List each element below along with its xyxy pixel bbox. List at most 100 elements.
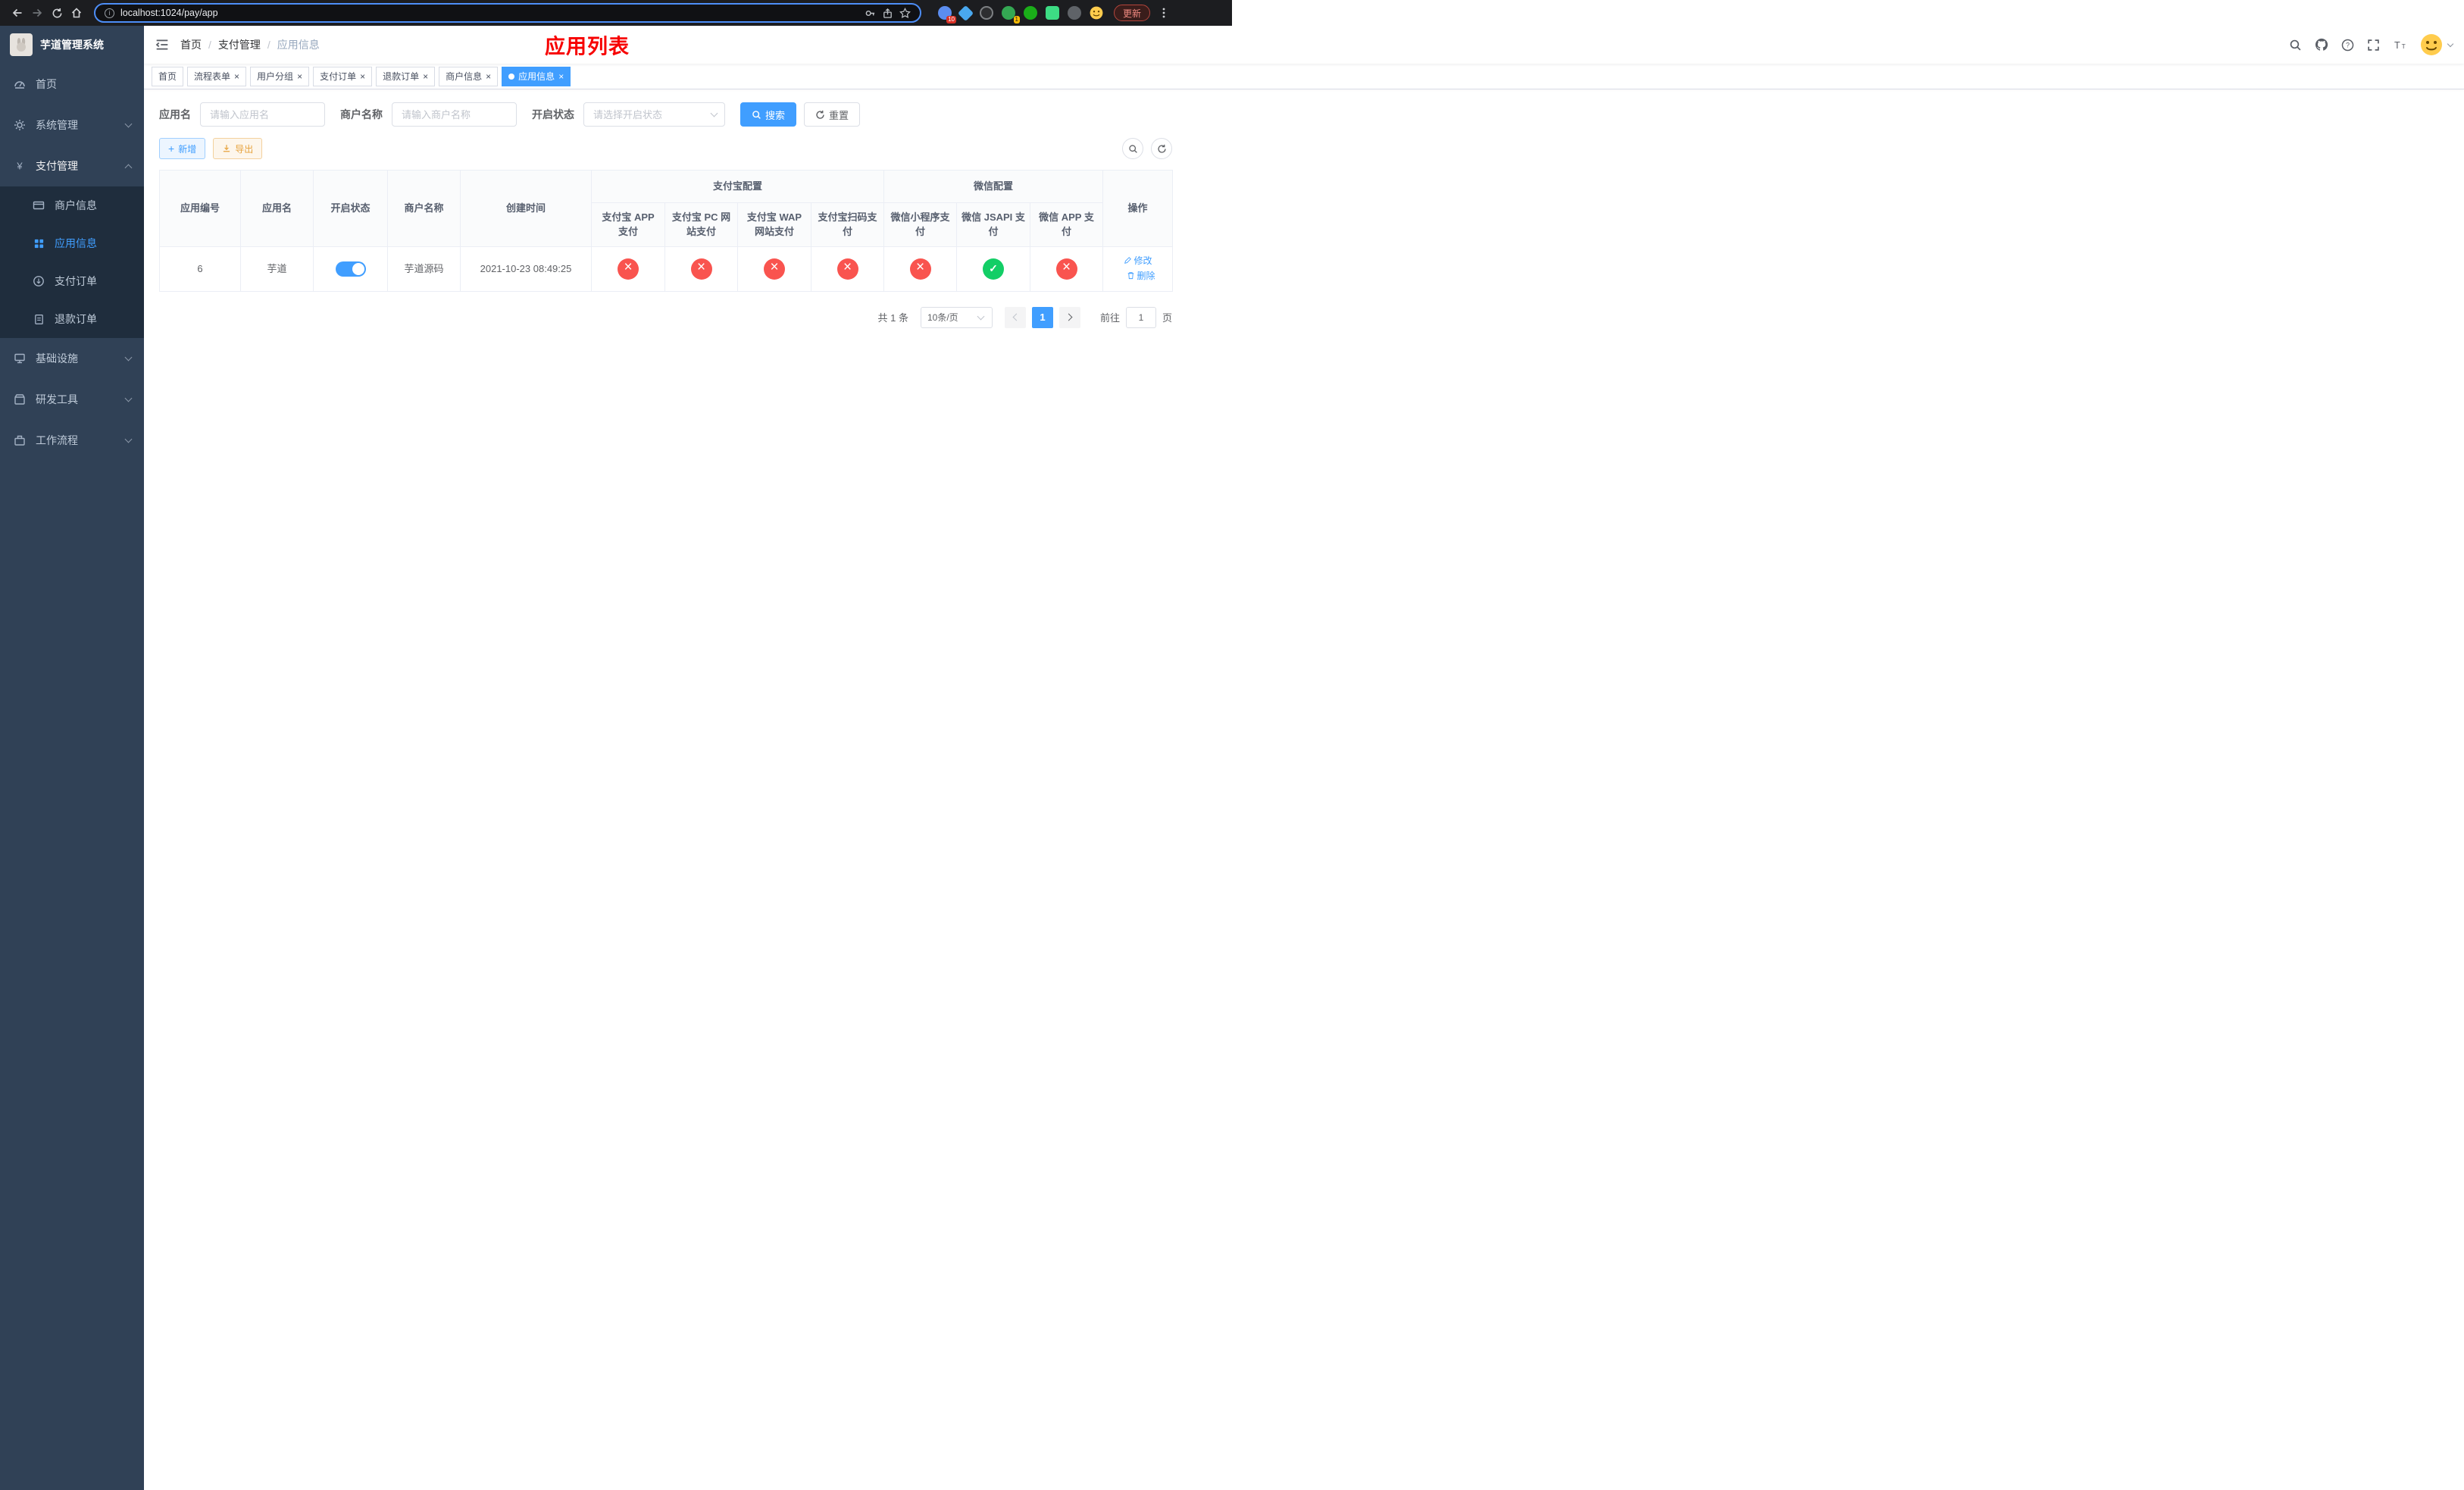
page-number-button[interactable]: 1	[1031, 306, 1053, 328]
status-toggle[interactable]	[335, 261, 366, 277]
sidebar-item-home[interactable]: 首页	[0, 64, 144, 105]
tab-merchant-info[interactable]: 商户信息	[439, 66, 499, 86]
col-header-alipay-wap: 支付宝 WAP 网站支付	[737, 202, 811, 247]
forward-button[interactable]	[27, 3, 47, 23]
home-button[interactable]	[67, 3, 86, 23]
cell-actions: 修改 删除	[1102, 246, 1174, 292]
delete-link[interactable]: 删除	[1127, 269, 1155, 283]
page-size-value: 10条/页	[927, 312, 958, 323]
svg-text:T: T	[2402, 42, 2406, 50]
monitor-icon	[13, 352, 27, 365]
status-select[interactable]	[583, 102, 725, 127]
close-icon[interactable]	[234, 72, 239, 81]
grid-icon	[32, 238, 45, 249]
sidebar-item-payment[interactable]: ¥ 支付管理	[0, 146, 144, 186]
font-size-button[interactable]: TT	[2393, 39, 2407, 52]
share-icon[interactable]	[882, 8, 893, 19]
goto-label: 前往	[1099, 312, 1120, 324]
sidebar-item-pay-order[interactable]: 支付订单	[0, 262, 144, 300]
close-icon[interactable]	[297, 72, 302, 81]
chevron-down-icon	[977, 312, 985, 320]
gear-icon	[13, 119, 27, 131]
extension-icon-diamond[interactable]	[957, 5, 974, 21]
user-avatar[interactable]	[2420, 33, 2454, 56]
site-info-icon[interactable]	[105, 8, 114, 18]
close-icon[interactable]	[423, 72, 428, 81]
chevron-down-icon	[124, 435, 133, 443]
trash-icon	[1127, 272, 1134, 280]
sidebar-fold-button[interactable]	[155, 38, 169, 52]
yen-icon: ¥	[13, 160, 27, 172]
col-header-wx-jsapi: 微信 JSAPI 支付	[956, 202, 1031, 247]
tab-app-info[interactable]: 应用信息	[502, 66, 571, 86]
reset-button[interactable]: 重置	[804, 102, 861, 127]
sidebar-item-label: 基础设施	[36, 352, 78, 365]
browser-menu-button[interactable]	[1158, 7, 1170, 19]
chrome-update-button[interactable]: 更新	[1114, 5, 1151, 21]
extension-icon-dark[interactable]	[980, 6, 993, 20]
sidebar-logo[interactable]: 芋道管理系统	[0, 26, 144, 64]
pay-order-icon	[32, 275, 45, 287]
refresh-table-button[interactable]	[1151, 138, 1172, 159]
key-icon[interactable]	[865, 8, 876, 19]
pen-icon	[1124, 257, 1131, 264]
config-status-icon	[690, 258, 712, 280]
bank-card-icon	[32, 199, 45, 211]
close-icon[interactable]	[486, 72, 491, 81]
merchant-name-label: 商户名称	[340, 108, 383, 121]
extension-icon-wechat[interactable]	[1024, 6, 1037, 20]
merchant-name-input[interactable]	[392, 102, 517, 127]
toggle-search-button[interactable]	[1122, 138, 1143, 159]
address-bar[interactable]: localhost:1024/pay/app	[94, 3, 921, 23]
sidebar-item-merchant-info[interactable]: 商户信息	[0, 186, 144, 224]
edit-link[interactable]: 修改	[1124, 254, 1152, 268]
prev-page-button[interactable]	[1004, 306, 1026, 328]
sidebar-item-refund-order[interactable]: 退款订单	[0, 300, 144, 338]
breadcrumb: 首页 支付管理 应用信息	[180, 37, 320, 52]
search-button[interactable]: 搜索	[740, 102, 797, 127]
extensions-puzzle-icon[interactable]	[1068, 6, 1081, 20]
col-header-alipay-pc: 支付宝 PC 网站支付	[664, 202, 738, 247]
search-button-label: 搜索	[765, 109, 786, 121]
extension-icon-blue[interactable]: 10	[938, 6, 956, 23]
cell-created: 2021-10-23 08:49:25	[460, 246, 592, 292]
sidebar-item-dev-tools[interactable]: 研发工具	[0, 379, 144, 420]
fullscreen-button[interactable]	[2367, 39, 2380, 52]
breadcrumb-item[interactable]: 首页	[180, 37, 202, 52]
extensions-area: 10 1	[938, 5, 1103, 23]
tab-home[interactable]: 首页	[152, 66, 184, 86]
bookmark-star-icon[interactable]	[899, 7, 911, 19]
sidebar-item-app-info[interactable]: 应用信息	[0, 224, 144, 262]
avatar-emoji-icon	[2421, 34, 2442, 55]
tab-refund-order[interactable]: 退款订单	[376, 66, 436, 86]
header-search-button[interactable]	[2289, 39, 2302, 52]
next-page-button[interactable]	[1058, 306, 1080, 328]
github-button[interactable]	[2315, 38, 2328, 52]
sidebar-item-label: 支付管理	[36, 160, 78, 172]
extension-icon-green-badge[interactable]: 1	[1002, 6, 1020, 23]
tab-process-form[interactable]: 流程表单	[187, 66, 247, 86]
sidebar-item-system[interactable]: 系统管理	[0, 105, 144, 146]
tab-user-group[interactable]: 用户分组	[250, 66, 310, 86]
goto-page-input[interactable]	[1125, 306, 1156, 328]
sidebar-item-workflow[interactable]: 工作流程	[0, 420, 144, 461]
extension-icon-emoji[interactable]	[1090, 6, 1103, 20]
page-size-select[interactable]: 10条/页	[920, 306, 993, 328]
export-button[interactable]: 导出	[213, 138, 263, 159]
add-button-label: 新增	[178, 143, 197, 155]
extension-icon-green-square[interactable]	[1046, 6, 1059, 20]
close-icon[interactable]	[558, 72, 564, 81]
extension-badge: 1	[1013, 16, 1020, 23]
sidebar-item-infra[interactable]: 基础设施	[0, 338, 144, 379]
help-button[interactable]: ?	[2341, 39, 2354, 52]
add-button[interactable]: 新增	[159, 138, 206, 159]
cell-app-id: 6	[159, 246, 241, 292]
refresh-button[interactable]	[47, 3, 67, 23]
back-button[interactable]	[8, 3, 27, 23]
close-icon[interactable]	[360, 72, 365, 81]
app-name-input[interactable]	[200, 102, 325, 127]
toolbox-icon	[13, 393, 27, 405]
tab-pay-order[interactable]: 支付订单	[313, 66, 373, 86]
breadcrumb-item[interactable]: 支付管理	[218, 37, 261, 52]
main-area: 首页 支付管理 应用信息 应用列表 ? TT	[144, 26, 2464, 1490]
